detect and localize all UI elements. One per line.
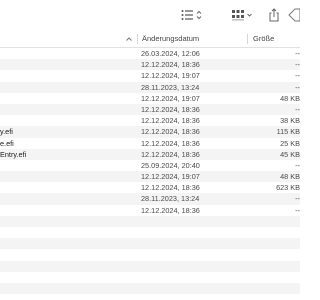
empty-row: [0, 215, 300, 227]
file-row[interactable]: Entry.efi 12.12.2024, 18:36 45 KB: [0, 148, 300, 160]
file-row[interactable]: 12.12.2024, 19:07 --: [0, 70, 300, 81]
file-date: 12.12.2024, 18:36: [141, 127, 200, 137]
file-date: 12.12.2024, 18:36: [141, 183, 200, 193]
file-size: 115 KB: [276, 127, 300, 137]
file-row[interactable]: 25.09.2024, 20:40 --: [0, 160, 300, 171]
empty-row: [0, 272, 300, 283]
empty-row: [0, 227, 300, 238]
column-divider[interactable]: [247, 34, 248, 44]
file-size: --: [295, 194, 300, 204]
empty-row: [0, 238, 300, 250]
file-size: --: [295, 82, 300, 92]
file-date: 12.12.2024, 18:36: [141, 60, 200, 70]
file-size: 48 KB: [280, 172, 300, 182]
file-row[interactable]: 26.03.2024, 12:06 --: [0, 48, 300, 59]
file-row[interactable]: e.efi 12.12.2024, 18:36 25 KB: [0, 138, 300, 149]
column-header: Änderungsdatum Größe: [0, 31, 300, 48]
file-size: --: [295, 104, 300, 114]
file-size: --: [295, 49, 300, 58]
file-row[interactable]: y.efi 12.12.2024, 18:36 115 KB: [0, 126, 300, 138]
file-date: 12.12.2024, 19:07: [141, 172, 200, 182]
file-row[interactable]: 12.12.2024, 18:36 38 KB: [0, 115, 300, 126]
file-size: 45 KB: [280, 149, 300, 159]
column-header-date[interactable]: Änderungsdatum: [142, 31, 199, 47]
list-view-icon[interactable]: [181, 8, 203, 22]
tag-icon[interactable]: [288, 8, 301, 22]
file-date: 12.12.2024, 18:36: [141, 205, 200, 215]
file-size: 38 KB: [280, 116, 300, 126]
file-row[interactable]: 28.11.2023, 13:24 --: [0, 193, 300, 205]
file-row[interactable]: 12.12.2024, 18:36 --: [0, 103, 300, 116]
file-date: 12.12.2024, 18:36: [141, 116, 200, 126]
file-date: 28.11.2023, 13:24: [141, 194, 200, 204]
file-size: --: [295, 160, 300, 170]
finder-toolbar: [0, 0, 301, 31]
file-row[interactable]: 12.12.2024, 19:07 48 KB: [0, 171, 300, 183]
file-date: 12.12.2024, 18:36: [141, 149, 200, 159]
file-size: 623 KB: [276, 183, 300, 193]
empty-row: [0, 249, 300, 260]
file-size: --: [295, 71, 300, 81]
file-name: y.efi: [0, 127, 13, 137]
file-name: e.efi: [0, 138, 14, 148]
file-size: 48 KB: [280, 93, 300, 103]
file-date: 25.09.2024, 20:40: [141, 160, 200, 170]
empty-row: [0, 282, 300, 295]
column-header-size[interactable]: Größe: [253, 31, 274, 47]
file-row[interactable]: 12.12.2024, 18:36 623 KB: [0, 182, 300, 193]
sort-ascending-chevron-icon[interactable]: [125, 31, 133, 47]
file-size: --: [295, 205, 300, 215]
file-row[interactable]: 12.12.2024, 18:36 --: [0, 205, 300, 216]
file-date: 28.11.2023, 13:24: [141, 82, 200, 92]
file-date: 12.12.2024, 18:36: [141, 104, 200, 114]
empty-row: [0, 260, 300, 272]
file-size: --: [295, 60, 300, 70]
column-divider[interactable]: [137, 34, 138, 44]
file-date: 12.12.2024, 19:07: [141, 93, 200, 103]
file-name: Entry.efi: [0, 149, 27, 159]
file-date: 26.03.2024, 12:06: [141, 49, 200, 58]
file-row[interactable]: 12.12.2024, 18:36 --: [0, 59, 300, 71]
file-row[interactable]: 12.12.2024, 19:07 48 KB: [0, 93, 300, 104]
file-row[interactable]: 28.11.2023, 13:24 --: [0, 81, 300, 93]
file-list: 26.03.2024, 12:06 -- 12.12.2024, 18:36 -…: [0, 48, 300, 300]
file-date: 12.12.2024, 18:36: [141, 138, 200, 148]
grid-view-icon[interactable]: [231, 8, 255, 22]
file-date: 12.12.2024, 19:07: [141, 71, 200, 81]
share-icon[interactable]: [268, 8, 280, 22]
file-size: 25 KB: [280, 138, 300, 148]
